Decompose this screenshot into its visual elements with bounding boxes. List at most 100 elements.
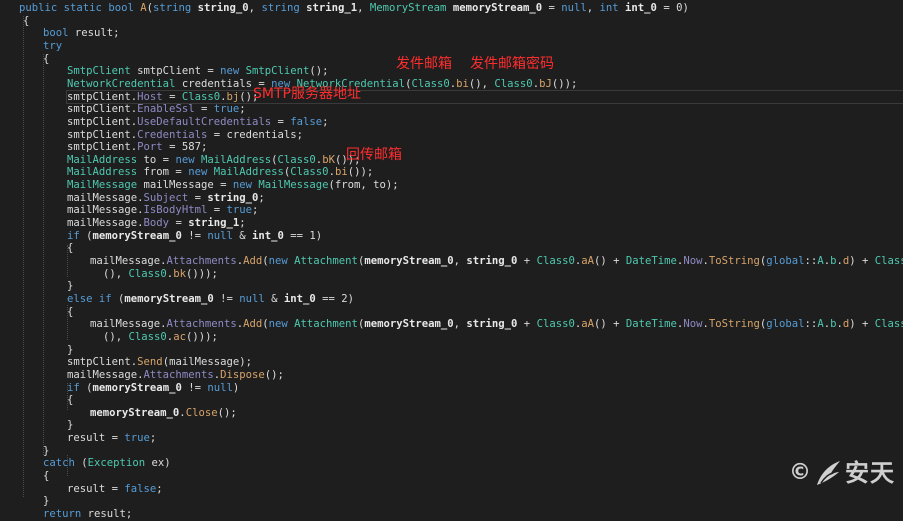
code-token: Add bbox=[243, 318, 263, 331]
code-token: } bbox=[67, 280, 74, 293]
code-line[interactable]: { bbox=[67, 306, 903, 319]
code-line[interactable]: public static bool A(string string_0, st… bbox=[19, 2, 903, 15]
code-token: string_0 bbox=[466, 318, 518, 331]
code-token: ; bbox=[239, 103, 246, 116]
code-token: Subject bbox=[143, 191, 189, 204]
code-token: new bbox=[268, 255, 295, 267]
code-line[interactable]: smtpClient.Port = 587; bbox=[67, 141, 903, 154]
code-token: Body bbox=[143, 217, 170, 230]
code-token: string_1 bbox=[306, 2, 358, 14]
code-token: to = bbox=[143, 153, 176, 166]
code-line[interactable]: } bbox=[43, 495, 903, 508]
code-token: = bbox=[188, 191, 208, 204]
code-line[interactable]: if (memoryStream_0 != null & int_0 == 1) bbox=[67, 230, 903, 243]
code-line[interactable]: result = true; bbox=[67, 432, 903, 445]
code-line[interactable]: mailMessage.Attachments.Dispose(); bbox=[67, 369, 903, 382]
code-line[interactable]: bool result; bbox=[43, 27, 903, 40]
code-token: (); bbox=[264, 368, 284, 381]
code-line[interactable]: NetworkCredential credentials = new Netw… bbox=[67, 78, 903, 91]
code-line[interactable]: { bbox=[43, 470, 903, 483]
code-token: ) bbox=[232, 381, 240, 394]
code-token: } bbox=[67, 419, 74, 432]
code-token: if bbox=[67, 381, 87, 394]
annotation-reply-mailbox: 回传邮箱 bbox=[346, 147, 402, 163]
code-token: = bbox=[271, 115, 291, 128]
code-editor[interactable]: public static bool A(string string_0, st… bbox=[0, 0, 903, 520]
code-token: aA bbox=[581, 255, 594, 267]
code-token: } bbox=[43, 495, 50, 508]
code-line[interactable]: MailAddress from = new MailAddress(Class… bbox=[67, 166, 903, 179]
code-line[interactable]: mailMessage.Body = string_1; bbox=[67, 217, 903, 230]
code-line[interactable]: (), Class0.ac())); bbox=[103, 331, 903, 344]
code-token: () + bbox=[594, 255, 626, 267]
code-token: from = bbox=[143, 166, 189, 179]
code-line[interactable]: MailMessage mailMessage = new MailMessag… bbox=[67, 179, 903, 192]
code-line[interactable]: smtpClient.UseDefaultCredentials = false… bbox=[67, 116, 903, 129]
code-token: ; bbox=[149, 432, 157, 445]
code-token: bool bbox=[43, 27, 75, 40]
code-line[interactable]: mailMessage.IsBodyHtml = true; bbox=[67, 204, 903, 217]
code-token: (from, to); bbox=[328, 179, 399, 192]
code-line[interactable]: } bbox=[67, 344, 903, 357]
code-token: false bbox=[124, 482, 157, 495]
code-token: == 1) bbox=[283, 229, 323, 242]
code-line[interactable]: mailMessage.Attachments.Add(new Attachme… bbox=[90, 255, 903, 268]
code-token: Exception bbox=[87, 457, 152, 470]
code-token: ) + bbox=[849, 318, 875, 331]
code-line[interactable]: } bbox=[43, 445, 903, 458]
code-token: mailMessage. bbox=[67, 191, 144, 204]
code-token: string bbox=[261, 2, 307, 14]
code-token: = 587; bbox=[162, 141, 208, 154]
code-line[interactable]: mailMessage.Attachments.Add(new Attachme… bbox=[90, 318, 903, 331]
code-token: :: bbox=[804, 255, 818, 267]
code-token: , bbox=[357, 2, 370, 14]
code-line[interactable]: } bbox=[67, 419, 903, 432]
code-token: return bbox=[43, 508, 88, 520]
code-token: Dispose bbox=[220, 368, 265, 381]
code-line[interactable]: smtpClient.EnableSsl = true; bbox=[67, 103, 903, 116]
code-line[interactable]: else if (memoryStream_0 != null & int_0 … bbox=[67, 293, 903, 306]
code-token: = bbox=[169, 217, 189, 230]
code-token: string_0 bbox=[197, 2, 249, 14]
code-token: = 0) bbox=[656, 2, 689, 14]
code-line[interactable]: (), Class0.bk())); bbox=[103, 268, 903, 281]
code-line[interactable]: { bbox=[67, 394, 903, 407]
code-token: = bbox=[207, 204, 227, 217]
code-line[interactable]: { bbox=[23, 15, 903, 28]
code-line[interactable]: catch (Exception ex) bbox=[43, 457, 903, 470]
code-line[interactable]: smtpClient.Host = Class0.bj(); bbox=[66, 89, 903, 105]
code-token: true bbox=[226, 204, 252, 217]
code-token: smtpClient = bbox=[137, 65, 221, 78]
code-token: = credentials; bbox=[207, 128, 304, 141]
code-line[interactable]: MailAddress to = new MailAddress(Class0.… bbox=[67, 154, 903, 167]
code-token: memoryStream_0 bbox=[92, 229, 182, 242]
code-line[interactable]: smtpClient.Credentials = credentials; bbox=[67, 129, 903, 142]
code-token: bi bbox=[334, 166, 348, 179]
indent-guide bbox=[23, 16, 24, 497]
code-line[interactable]: } bbox=[67, 280, 903, 293]
code-line[interactable]: { bbox=[67, 242, 903, 255]
code-token: != bbox=[181, 229, 208, 242]
code-token: DateTime bbox=[625, 318, 677, 331]
code-token: , bbox=[248, 2, 262, 14]
code-token: , bbox=[453, 255, 467, 267]
code-line[interactable]: memoryStream_0.Close(); bbox=[90, 407, 903, 420]
code-token: , bbox=[586, 2, 600, 14]
code-line[interactable]: return result; bbox=[43, 508, 903, 521]
code-line[interactable]: try bbox=[43, 40, 903, 53]
code-token: ) + bbox=[849, 255, 875, 267]
code-token: try bbox=[43, 39, 63, 52]
code-line[interactable]: result = false; bbox=[67, 483, 903, 496]
code-token: result; bbox=[87, 508, 133, 520]
code-line[interactable]: if (memoryStream_0 != null) bbox=[67, 382, 903, 395]
code-token: MailAddress bbox=[200, 153, 272, 166]
code-token: Attachments bbox=[166, 255, 237, 267]
code-token: Class0 bbox=[536, 255, 575, 267]
antiy-watermark: © 安天 bbox=[789, 456, 895, 490]
code-token: ; bbox=[239, 217, 246, 230]
antiy-wing-icon bbox=[817, 461, 840, 485]
code-line[interactable]: smtpClient.Send(mailMessage); bbox=[67, 356, 903, 369]
code-line[interactable]: mailMessage.Subject = string_0; bbox=[67, 192, 903, 205]
code-token: else if bbox=[67, 292, 119, 305]
code-token: memoryStream_0 bbox=[364, 318, 454, 331]
